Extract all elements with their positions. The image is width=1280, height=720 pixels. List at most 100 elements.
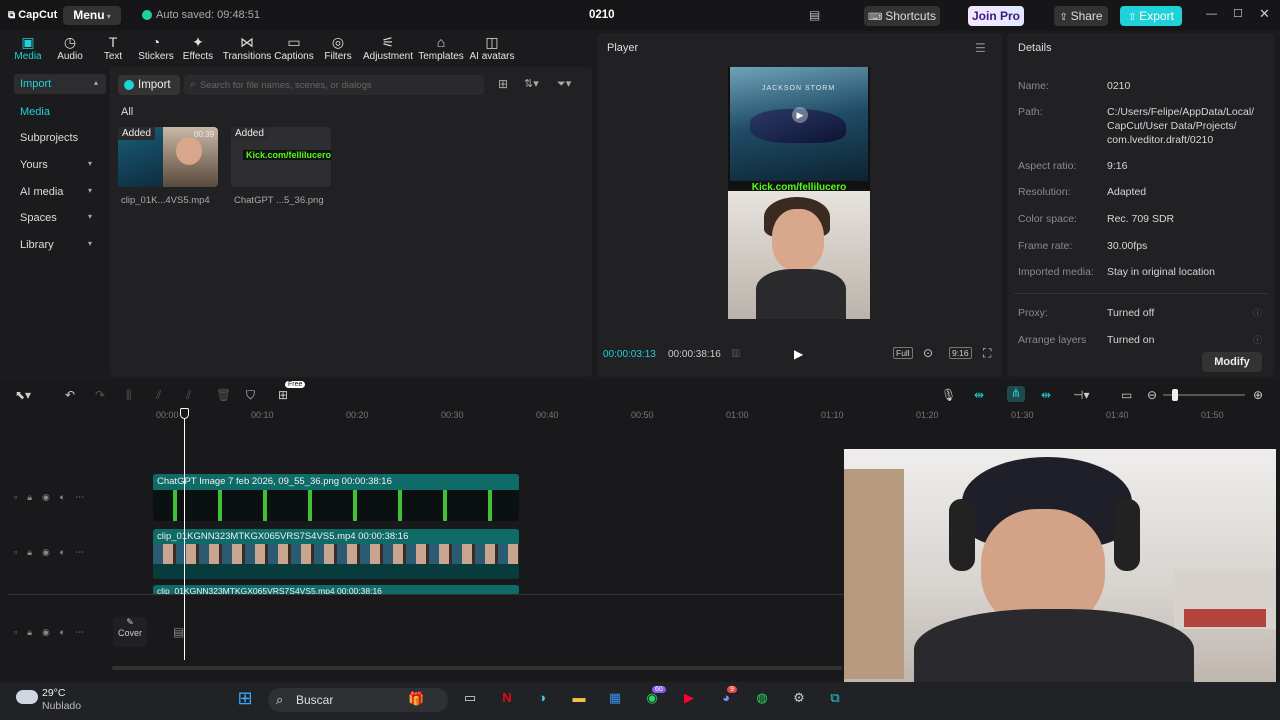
speaker-icon[interactable]: 🔈︎ xyxy=(60,627,65,638)
player-panel: Player ☰ JACKSON STORM ▶ Kick.com/fellil… xyxy=(597,33,1002,377)
sidebar-item-media[interactable]: Media xyxy=(20,106,100,118)
link-clips-icon[interactable]: ⇹ xyxy=(974,388,984,402)
filter-all[interactable]: All xyxy=(121,106,133,118)
file-explorer-icon[interactable]: ▬ xyxy=(566,685,592,711)
close-icon[interactable]: ✕ xyxy=(1259,6,1270,22)
split-icon[interactable]: ⫼ xyxy=(126,388,132,403)
timeline-scrollbar[interactable] xyxy=(112,666,842,670)
ai-tool-icon[interactable]: ⊞ xyxy=(278,388,288,402)
sidebar-item-import[interactable]: Import ▴ xyxy=(14,74,106,94)
fullscreen-icon[interactable]: ⛶ xyxy=(983,346,991,361)
ruler-tick: 00:20 xyxy=(346,410,369,420)
search-icon: ⌕ xyxy=(276,692,284,707)
hamburger-icon[interactable]: ☰ xyxy=(975,41,986,55)
task-view-icon[interactable]: ▭ xyxy=(457,685,483,711)
layout-icon[interactable]: ▤ xyxy=(809,8,820,22)
settings-icon[interactable]: ⚙ xyxy=(786,685,812,711)
microphone-icon[interactable]: 🎙 xyxy=(941,388,956,402)
netflix-icon[interactable]: N xyxy=(494,685,520,711)
split-right-icon[interactable]: ⫽ xyxy=(186,388,191,403)
more-icon[interactable]: ⋯ xyxy=(75,627,84,638)
sidebar-item-spaces[interactable]: Spaces ▾ xyxy=(20,212,100,224)
info-icon[interactable]: ⓘ xyxy=(1253,306,1262,319)
export-button[interactable]: ⇧ Export xyxy=(1120,6,1182,26)
store-icon[interactable]: ▦ xyxy=(602,685,628,711)
zoom-fit-icon[interactable]: ⊙ xyxy=(923,346,933,360)
play-button[interactable]: ▶ xyxy=(794,347,803,361)
toolbar-filters[interactable]: ◎ Filters xyxy=(311,33,365,62)
windows-start-icon[interactable]: ⊞ xyxy=(232,685,258,711)
eye-icon[interactable]: ◉ xyxy=(42,627,50,638)
magnet-icon[interactable]: ⋔ xyxy=(1007,386,1025,402)
sidebar-item-subprojects[interactable]: Subprojects xyxy=(20,132,100,144)
whatsapp-badge: 60 xyxy=(652,686,666,693)
sidebar-item-ai-media[interactable]: AI media ▾ xyxy=(20,186,100,198)
player-canvas[interactable]: JACKSON STORM ▶ Kick.com/fellilucero xyxy=(728,67,870,319)
preview-icon[interactable]: ▭ xyxy=(1121,388,1132,402)
filter-icon[interactable]: ⏷▾ xyxy=(557,77,571,91)
eye-icon[interactable]: ◉ xyxy=(42,547,50,558)
timeline-clip-image[interactable]: ChatGPT Image 7 feb 2026, 09_55_36.png 0… xyxy=(153,474,519,521)
share-button[interactable]: ⇪ Share xyxy=(1054,6,1108,26)
playhead[interactable] xyxy=(184,414,185,660)
sidebar-item-yours[interactable]: Yours ▾ xyxy=(20,159,100,171)
spotify-icon[interactable]: ◍ xyxy=(749,685,775,711)
delete-icon[interactable]: 🗑 xyxy=(216,388,231,402)
import-button[interactable]: Import xyxy=(118,75,180,95)
red-object xyxy=(1184,609,1266,627)
aspect-ratio-button[interactable]: 9:16 xyxy=(949,347,972,359)
shortcuts-button[interactable]: ⌨ Shortcuts xyxy=(864,6,940,26)
select-tool-icon[interactable]: ⬉▾ xyxy=(15,388,31,402)
timeline-clip-video[interactable]: clip_01KGNN323MTKGX065VRS7S4VS5.mp4 00:0… xyxy=(153,529,519,579)
weather-desc[interactable]: Nublado xyxy=(42,700,81,712)
lock-icon[interactable]: 🔒︎ xyxy=(27,547,32,558)
sort-icon[interactable]: ⇅▾ xyxy=(524,77,539,90)
more-icon[interactable]: ⋯ xyxy=(75,547,84,558)
toolbar-effects[interactable]: ✦ Effects xyxy=(171,33,225,62)
track-select-icon[interactable]: ▫ xyxy=(14,627,17,638)
track-select-icon[interactable]: ▫ xyxy=(14,547,17,558)
sidebar-item-library[interactable]: Library ▾ xyxy=(20,239,100,251)
zoom-out-icon[interactable]: ⊖ xyxy=(1147,388,1157,402)
toolbar-adjustment[interactable]: ⚟ Adjustment xyxy=(361,33,415,62)
ruler-tick: 00:40 xyxy=(536,410,559,420)
join-pro-button[interactable]: Join Pro xyxy=(968,6,1024,26)
search-input[interactable]: ⌕ Search for file names, scenes, or dial… xyxy=(184,75,484,95)
minimize-icon[interactable]: — xyxy=(1206,8,1217,20)
capcut-taskbar-icon[interactable]: ⧉ xyxy=(822,685,848,711)
youtube-icon[interactable]: ▶ xyxy=(676,685,702,711)
more-icon[interactable]: ⋯ xyxy=(75,492,84,503)
undo-icon[interactable]: ↶ xyxy=(65,388,75,402)
playhead-handle[interactable] xyxy=(180,408,189,419)
speaker-icon[interactable]: 🔈︎ xyxy=(60,492,65,503)
redo-icon[interactable]: ↷ xyxy=(95,388,105,402)
zoom-slider-handle[interactable] xyxy=(1172,389,1178,401)
media-thumb-image[interactable]: Added Kick.com/fellilucero xyxy=(231,127,331,187)
taskbar-search[interactable]: ⌕ Buscar 🎁 xyxy=(268,688,448,712)
media-thumb-video[interactable]: Added 00:39 xyxy=(118,127,218,187)
maximize-icon[interactable]: ☐ xyxy=(1233,7,1243,20)
track-divider xyxy=(8,594,844,595)
edge-icon[interactable]: ◑ xyxy=(529,685,555,711)
speaker-icon[interactable]: 🔈︎ xyxy=(60,547,65,558)
full-quality-button[interactable]: Full xyxy=(893,347,913,359)
cover-button[interactable]: ✎ Cover xyxy=(113,617,147,647)
lock-icon[interactable]: 🔒︎ xyxy=(27,627,32,638)
eye-icon[interactable]: ◉ xyxy=(42,492,50,503)
marker-icon[interactable]: ⛉ xyxy=(246,388,255,403)
modify-button[interactable]: Modify xyxy=(1202,352,1262,372)
lock-icon[interactable]: 🔒︎ xyxy=(27,492,32,503)
info-icon[interactable]: ⓘ xyxy=(1253,333,1262,346)
zoom-in-icon[interactable]: ⊕ xyxy=(1253,388,1263,402)
split-left-icon[interactable]: ⫽ xyxy=(156,388,161,403)
detail-key: Name: xyxy=(1018,80,1049,92)
frame-grid-icon[interactable]: ▥ xyxy=(731,348,740,359)
track-select-icon[interactable]: ▫ xyxy=(14,492,17,503)
menu-button[interactable]: Menu ▾ xyxy=(63,6,121,25)
snap-icon[interactable]: ⇹ xyxy=(1041,388,1051,402)
toolbar-ai-avatars[interactable]: ◫ AI avatars xyxy=(464,33,520,62)
weather-temp[interactable]: 29°C xyxy=(42,687,65,699)
grid-view-icon[interactable]: ⊞ xyxy=(498,77,508,91)
toolbar-templates[interactable]: ⌂ Templates xyxy=(414,33,468,62)
align-icon[interactable]: ⊣▾ xyxy=(1073,388,1089,402)
